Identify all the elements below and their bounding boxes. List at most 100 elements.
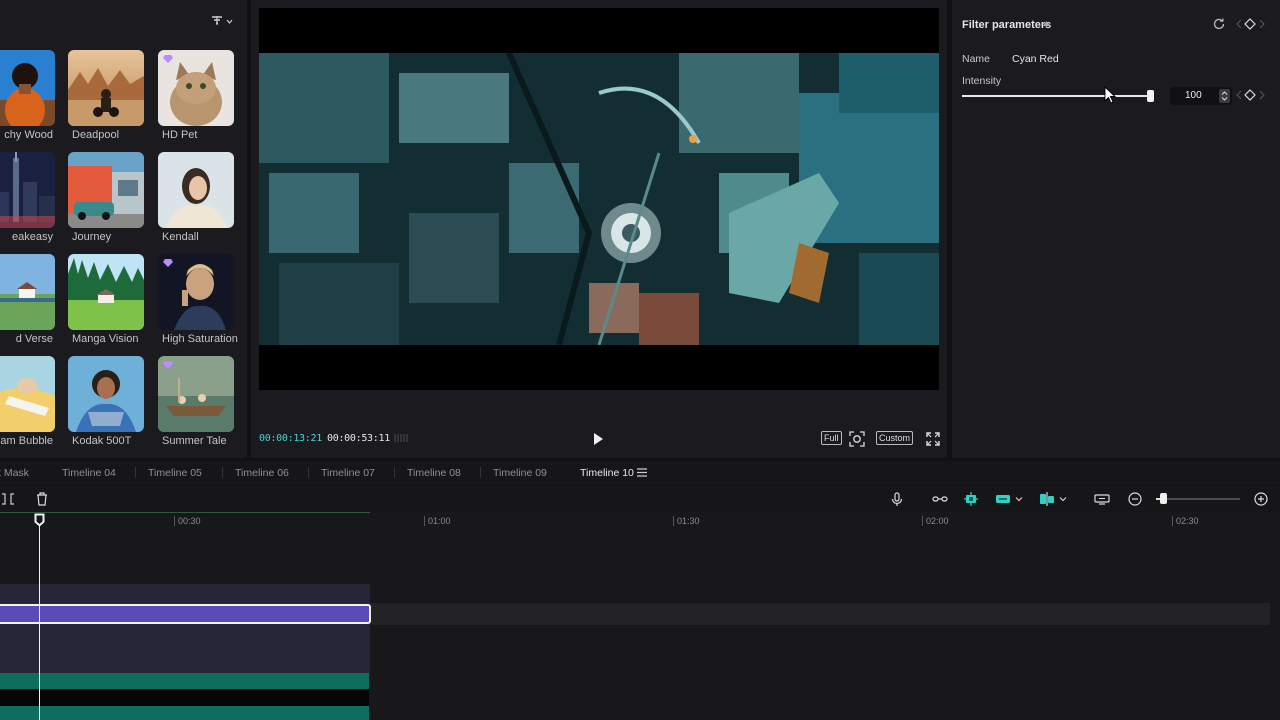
filter-thumbnail (0, 356, 55, 432)
tab-timeline-10[interactable]: Timeline 10 (580, 467, 634, 479)
filter-thumbnail (0, 50, 55, 126)
collapse-caret-icon[interactable] (1043, 21, 1050, 26)
zoom-in-icon[interactable] (1253, 491, 1269, 507)
main-track-lane[interactable] (370, 603, 1270, 625)
auto-snap-icon[interactable] (995, 491, 1011, 507)
zoom-slider-thumb[interactable] (1160, 493, 1167, 504)
filter-label: Manga Vision (72, 333, 139, 345)
video-frame[interactable] (259, 53, 939, 345)
filter-thumbnail (68, 50, 144, 126)
fit-timeline-icon[interactable] (1094, 491, 1110, 507)
filter-tile-kendall[interactable]: Kendall (158, 152, 234, 243)
zoom-slider-track[interactable] (1156, 498, 1240, 500)
filter-tile-summer-tale[interactable]: Summer Tale (158, 356, 234, 447)
filter-tile-dream-bubble[interactable]: am Bubble (0, 356, 55, 447)
filter-label: HD Pet (162, 129, 198, 141)
fullscreen-icon[interactable] (925, 431, 941, 447)
zoom-out-icon[interactable] (1127, 491, 1143, 507)
filter-label: chy Wood (4, 129, 53, 141)
tab-timeline-05[interactable]: Timeline 05 (148, 467, 202, 479)
tab-timeline-06[interactable]: Timeline 06 (235, 467, 289, 479)
tab-timeline-07[interactable]: Timeline 07 (321, 467, 375, 479)
delete-icon[interactable] (34, 491, 50, 507)
filter-tile-hd-pet[interactable]: HD Pet (158, 50, 234, 141)
magnet-snap-icon[interactable] (963, 491, 979, 507)
ruler-label: 01:00 (428, 516, 451, 526)
filter-label: eakeasy (12, 231, 53, 243)
tab-timeline-08[interactable]: Timeline 08 (407, 467, 461, 479)
tab-menu-icon[interactable] (637, 468, 647, 477)
filter-thumbnail (68, 356, 144, 432)
tab-divider (135, 467, 136, 478)
filter-label: Kendall (162, 231, 199, 243)
audio-meter-icon (394, 434, 408, 442)
timeline-toolbar (0, 486, 1280, 512)
intensity-value[interactable]: 100 (1185, 90, 1202, 101)
intensity-stepper[interactable] (1219, 89, 1230, 103)
filter-tile-deadpool[interactable]: Deadpool (68, 50, 144, 141)
audio-clip[interactable] (0, 673, 369, 689)
filter-tile-manga-vision[interactable]: Manga Vision (68, 254, 144, 345)
tab-mask[interactable]: t Mask (0, 467, 29, 479)
full-quality-button[interactable]: Full (821, 431, 842, 445)
ruler-label: 02:30 (1176, 516, 1199, 526)
chevron-down-icon[interactable] (1058, 491, 1068, 507)
filter-thumbnail (0, 152, 55, 228)
playhead-handle[interactable] (34, 513, 45, 527)
premium-gem-icon (163, 361, 173, 369)
tab-timeline-04[interactable]: Timeline 04 (62, 467, 116, 479)
filter-tile-kodak-500t[interactable]: Kodak 500T (68, 356, 144, 447)
filter-tile-chy-wood[interactable]: chy Wood (0, 50, 55, 141)
chevron-down-icon[interactable] (1014, 491, 1024, 507)
reset-icon[interactable] (1212, 17, 1226, 31)
ruler-tick (1172, 516, 1173, 526)
aspect-ratio-button[interactable]: Custom (876, 431, 914, 445)
preview-axis-icon[interactable] (1039, 491, 1055, 507)
audio-clip[interactable] (0, 706, 369, 720)
tab-timeline-09[interactable]: Timeline 09 (493, 467, 547, 479)
video-clip[interactable] (0, 689, 369, 706)
tab-divider (222, 467, 223, 478)
filter-tile-speakeasy[interactable]: eakeasy (0, 152, 55, 243)
microphone-icon[interactable] (889, 491, 905, 507)
split-icon[interactable] (0, 491, 16, 507)
filter-thumbnail (158, 50, 234, 126)
intensity-label: Intensity (962, 75, 1002, 87)
intensity-slider-thumb[interactable] (1147, 90, 1154, 102)
filter-thumbnail (68, 152, 144, 228)
filter-thumbnail (158, 254, 234, 330)
tab-divider (394, 467, 395, 478)
filter-thumbnail (158, 152, 234, 228)
filter-clip-selected[interactable] (0, 604, 371, 624)
ruler-label: 01:30 (677, 516, 700, 526)
filter-tile-journey[interactable]: Journey (68, 152, 144, 243)
filter-thumbnail (0, 254, 55, 330)
play-icon[interactable] (590, 431, 606, 447)
ruler-tick (922, 516, 923, 526)
total-timecode: 00:00:53:11 (327, 433, 390, 444)
sort-filter-icon[interactable] (211, 16, 235, 30)
mouse-cursor-icon (1104, 86, 1116, 104)
playhead-line[interactable] (39, 519, 40, 720)
ruler-tick (174, 516, 175, 526)
ruler-tick (673, 516, 674, 526)
filter-name-value: Cyan Red (1012, 53, 1059, 65)
keyframe-nav-icon[interactable] (1236, 17, 1266, 31)
video-track-background (0, 584, 370, 676)
premium-gem-icon (163, 55, 173, 63)
filter-tile-high-saturation[interactable]: High Saturation (158, 254, 238, 345)
ruler-label: 02:00 (926, 516, 949, 526)
filter-label: High Saturation (162, 333, 238, 345)
filter-parameters-panel (952, 0, 1280, 458)
filter-tile-verse[interactable]: d Verse (0, 254, 55, 345)
tab-divider (308, 467, 309, 478)
intensity-slider-track[interactable] (962, 95, 1152, 97)
filter-label: Kodak 500T (72, 435, 132, 447)
link-clips-icon[interactable] (932, 491, 948, 507)
filter-label: Deadpool (72, 129, 120, 141)
screenshot-focus-icon[interactable] (849, 431, 865, 447)
premium-gem-icon (163, 259, 173, 267)
ruler-label: 00:30 (178, 516, 201, 526)
filter-label: d Verse (15, 333, 53, 345)
intensity-keyframe-icon[interactable] (1236, 88, 1266, 102)
